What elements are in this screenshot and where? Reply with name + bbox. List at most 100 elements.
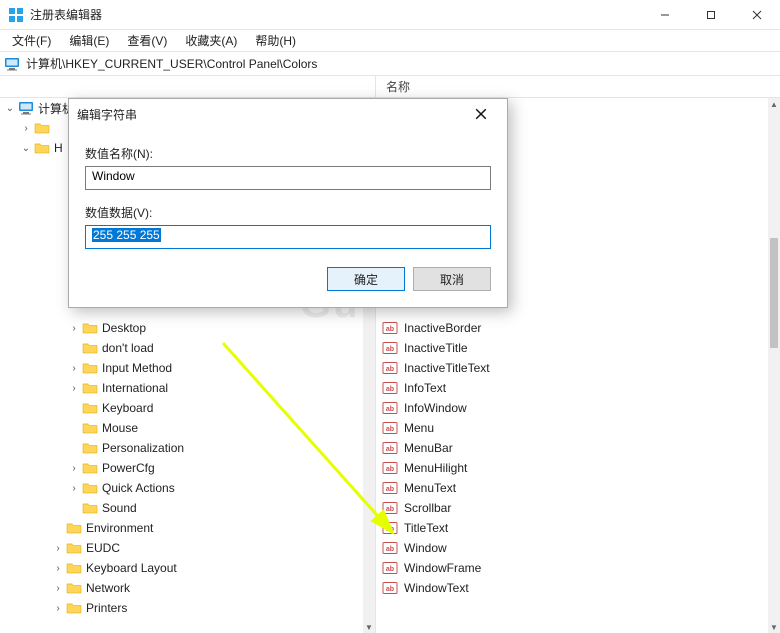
value-row[interactable]: abInfoText [376,378,768,398]
value-row[interactable]: ab WindowFrame [376,558,768,578]
tree-item-label: Quick Actions [102,481,175,495]
value-row[interactable]: ab Window [376,538,768,558]
folder-icon [66,580,82,596]
string-value-icon: ab [382,500,398,516]
chevron-right-icon[interactable]: › [18,123,34,134]
chevron-right-icon[interactable]: › [50,583,66,594]
chevron-down-icon[interactable]: ⌄ [18,143,34,154]
minimize-button[interactable] [642,0,688,30]
value-name: MenuBar [404,441,453,455]
svg-text:ab: ab [386,366,394,373]
folder-icon [82,500,98,516]
value-data-field[interactable]: 255 255 255 [85,225,491,249]
folder-icon [82,420,98,436]
svg-text:ab: ab [386,586,394,593]
tree-item-network[interactable]: ›Network [0,578,363,598]
chevron-right-icon[interactable]: › [50,543,66,554]
tree-item-printers[interactable]: ›Printers [0,598,363,618]
chevron-right-icon[interactable]: › [50,563,66,574]
chevron-right-icon[interactable]: › [66,363,82,374]
value-name-field[interactable]: Window [85,166,491,190]
chevron-down-icon[interactable]: ⌄ [2,103,18,114]
chevron-right-icon[interactable]: › [66,463,82,474]
menu-item[interactable]: 帮助(H) [247,30,304,51]
value-row[interactable]: ab MenuBar [376,438,768,458]
folder-icon [82,440,98,456]
close-button[interactable] [734,0,780,30]
tree-item-label: Sound [102,501,137,515]
svg-text:ab: ab [386,546,394,553]
value-row[interactable]: ab InfoWindow [376,398,768,418]
value-row[interactable]: abMenu [376,418,768,438]
string-value-icon: ab [382,540,398,556]
value-name: MenuHilight [404,461,467,475]
menu-item[interactable]: 编辑(E) [61,30,117,51]
chevron-right-icon[interactable]: › [66,323,82,334]
tree-item-eudc[interactable]: ›EUDC [0,538,363,558]
tree-item-input-method[interactable]: › Input Method [0,358,363,378]
tree-item-label: Personalization [102,441,184,455]
value-row[interactable]: ab WindowText [376,578,768,598]
ok-button[interactable]: 确定 [327,267,405,291]
string-value-icon: ab [382,420,398,436]
string-value-icon: ab [382,400,398,416]
tree-item-environment[interactable]: ›Environment [0,518,363,538]
tree-item-personalization[interactable]: ›Personalization [0,438,363,458]
value-name: WindowFrame [404,561,481,575]
value-row[interactable]: ab MenuText [376,478,768,498]
value-name: WindowText [404,581,469,595]
string-value-icon: ab [382,360,398,376]
tree-item-powercfg[interactable]: › PowerCfg [0,458,363,478]
tree-item-don-t-load[interactable]: ›don't load [0,338,363,358]
column-header-name[interactable]: 名称 [376,76,780,98]
string-value-icon: ab [382,480,398,496]
value-name: MenuText [404,481,456,495]
tree-item-international[interactable]: ›International [0,378,363,398]
chevron-right-icon[interactable]: › [66,483,82,494]
value-row[interactable]: abTitleText [376,518,768,538]
titlebar: 注册表编辑器 [0,0,780,30]
menu-item[interactable]: 收藏夹(A) [177,30,245,51]
svg-text:ab: ab [386,346,394,353]
scroll-up-icon[interactable]: ▲ [768,98,780,110]
svg-text:ab: ab [386,506,394,513]
tree-item-label: PowerCfg [102,461,155,475]
dialog-title: 编辑字符串 [77,106,137,123]
scroll-down-icon[interactable]: ▼ [363,621,375,633]
computer-icon [4,56,20,72]
menu-item[interactable]: 查看(V) [119,30,175,51]
tree-item-label: don't load [102,341,154,355]
tree-item-desktop[interactable]: ›Desktop [0,318,363,338]
menu-item[interactable]: 文件(F) [4,30,59,51]
value-row[interactable]: abInactiveBorder [376,318,768,338]
tree-item-keyboard[interactable]: ›Keyboard [0,398,363,418]
string-value-icon: ab [382,440,398,456]
scroll-thumb[interactable] [770,238,778,348]
value-row[interactable]: abMenuHilight [376,458,768,478]
folder-icon [82,320,98,336]
cancel-button[interactable]: 取消 [413,267,491,291]
dialog-close-button[interactable] [463,100,499,128]
scroll-down-icon[interactable]: ▼ [768,621,780,633]
value-row[interactable]: abInactiveTitle [376,338,768,358]
tree-item-mouse[interactable]: ›Mouse [0,418,363,438]
value-name: InfoText [404,381,446,395]
folder-icon [34,140,50,156]
tree-item-quick-actions[interactable]: › Quick Actions [0,478,363,498]
maximize-button[interactable] [688,0,734,30]
string-value-icon: ab [382,560,398,576]
chevron-right-icon[interactable]: › [50,603,66,614]
value-row[interactable]: abScrollbar [376,498,768,518]
folder-icon [82,380,98,396]
chevron-right-icon[interactable]: › [66,383,82,394]
tree-item-keyboard-layout[interactable]: ›Keyboard Layout [0,558,363,578]
value-name: InfoWindow [404,401,467,415]
folder-icon [82,460,98,476]
tree-item-sound[interactable]: ›Sound [0,498,363,518]
list-scrollbar[interactable]: ▲ ▼ [768,98,780,633]
svg-text:ab: ab [386,526,394,533]
address-path[interactable]: 计算机\HKEY_CURRENT_USER\Control Panel\Colo… [26,55,317,72]
value-name: Window [404,541,447,555]
tree-item-label: Input Method [102,361,172,375]
value-row[interactable]: abInactiveTitleText [376,358,768,378]
